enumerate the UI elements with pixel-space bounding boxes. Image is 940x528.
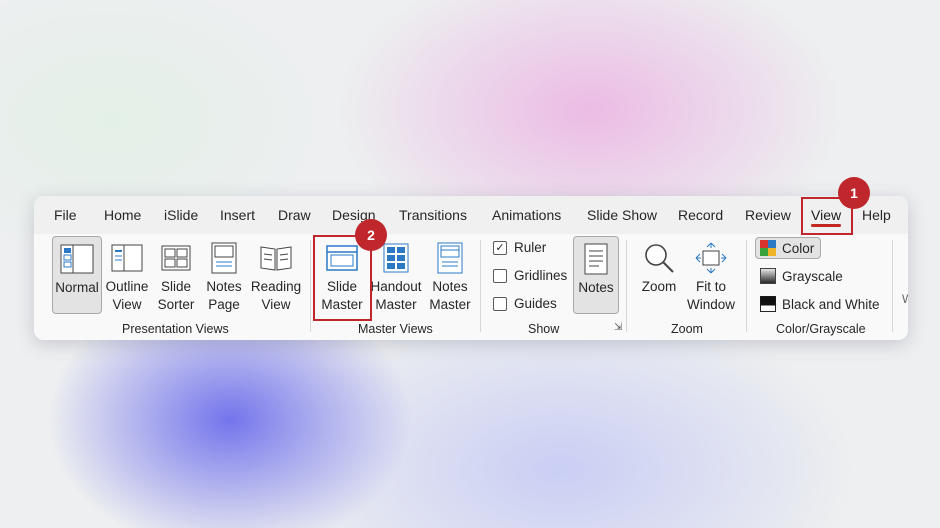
outline-view-label-1: Outline [105, 279, 149, 294]
step-badge-2: 2 [355, 219, 387, 251]
group-separator [746, 240, 747, 332]
zoom-group-label: Zoom [671, 322, 703, 336]
checkbox-empty-icon [493, 296, 507, 311]
group-separator [310, 240, 311, 332]
group-separator [626, 240, 627, 332]
color-swatch-icon [760, 240, 776, 256]
notes-page-label-2: Page [208, 297, 240, 312]
group-separator [480, 240, 481, 332]
tab-islide[interactable]: iSlide [164, 207, 198, 223]
notes-icon [574, 239, 618, 279]
dialog-launcher-icon[interactable]: ⇲ [614, 322, 622, 333]
presentation-views-group-label: Presentation Views [122, 322, 229, 336]
normal-view-button[interactable]: Normal [52, 236, 102, 314]
notes-master-button[interactable]: Notes Master [426, 236, 474, 314]
notes-page-button[interactable]: Notes Page [202, 236, 246, 314]
notes-page-label-1: Notes [206, 279, 242, 294]
tab-review[interactable]: Review [745, 207, 791, 223]
guides-checkbox[interactable]: Guides [493, 296, 557, 311]
color-grayscale-group-label: Color/Grayscale [776, 322, 866, 336]
tab-record[interactable]: Record [678, 207, 723, 223]
tab-insert[interactable]: Insert [220, 207, 255, 223]
tab-help[interactable]: Help [862, 207, 891, 223]
zoom-label: Zoom [641, 279, 677, 294]
tab-slide-show[interactable]: Slide Show [587, 207, 657, 223]
reading-view-icon [248, 238, 304, 278]
tab-transitions[interactable]: Transitions [399, 207, 467, 223]
master-views-group-label: Master Views [358, 322, 433, 336]
guides-label: Guides [514, 296, 557, 311]
ribbon-tab-bar: File Home iSlide Insert Draw Design Tran… [34, 196, 908, 234]
fit-to-window-button[interactable]: Fit to Window [684, 236, 738, 314]
reading-view-button[interactable]: Reading View [248, 236, 304, 314]
group-separator [892, 240, 893, 332]
outline-view-button[interactable]: Outline View [104, 236, 150, 314]
tab-home[interactable]: Home [104, 207, 141, 223]
notes-toggle-label: Notes [578, 280, 614, 295]
gridlines-label: Gridlines [514, 268, 568, 283]
black-white-swatch-icon [760, 296, 776, 312]
tab-draw[interactable]: Draw [278, 207, 311, 223]
outline-view-icon [104, 238, 150, 278]
notes-page-icon [202, 238, 246, 278]
ruler-label: Ruler [514, 240, 547, 255]
fit-to-window-label-2: Window [686, 297, 735, 312]
overflow-group-fragment: W [902, 292, 908, 306]
notes-toggle-button[interactable]: Notes [573, 236, 619, 314]
fit-window-icon [684, 238, 738, 278]
handout-master-label-2: Master [375, 297, 417, 312]
notes-master-label-2: Master [429, 297, 471, 312]
handout-master-label-1: Handout [370, 279, 422, 294]
checkbox-empty-icon [493, 268, 507, 283]
black-and-white-button[interactable]: Black and White [760, 293, 880, 315]
zoom-button[interactable]: Zoom [636, 236, 682, 314]
checkmark-icon: ✓ [493, 240, 507, 255]
slide-sorter-icon [154, 238, 198, 278]
magnifier-icon [636, 238, 682, 278]
normal-view-icon [53, 239, 101, 279]
tab-animations[interactable]: Animations [492, 207, 561, 223]
fit-to-window-label-1: Fit to [695, 279, 726, 294]
reading-view-label-2: View [261, 297, 291, 312]
grayscale-label: Grayscale [782, 268, 843, 284]
ribbon: File Home iSlide Insert Draw Design Tran… [34, 196, 908, 340]
grayscale-swatch-icon [760, 268, 776, 284]
ruler-checkbox[interactable]: ✓ Ruler [493, 240, 546, 255]
slide-sorter-button[interactable]: Slide Sorter [154, 236, 198, 314]
color-button[interactable]: Color [755, 237, 822, 259]
tab-file[interactable]: File [54, 207, 77, 223]
notes-master-icon [426, 238, 474, 278]
color-label: Color [782, 240, 815, 256]
grayscale-button[interactable]: Grayscale [760, 265, 843, 287]
notes-master-label-1: Notes [432, 279, 468, 294]
normal-view-label: Normal [55, 280, 99, 295]
black-and-white-label: Black and White [782, 296, 880, 312]
slide-sorter-label-1: Slide [160, 279, 192, 294]
show-group-label: Show [528, 322, 560, 336]
reading-view-label-1: Reading [250, 279, 302, 294]
gridlines-checkbox[interactable]: Gridlines [493, 268, 567, 283]
slide-sorter-label-2: Sorter [157, 297, 195, 312]
step-badge-1: 1 [838, 177, 870, 209]
ribbon-panel: Normal Outline View Slide Sorter Notes P… [34, 234, 908, 340]
outline-view-label-2: View [112, 297, 142, 312]
